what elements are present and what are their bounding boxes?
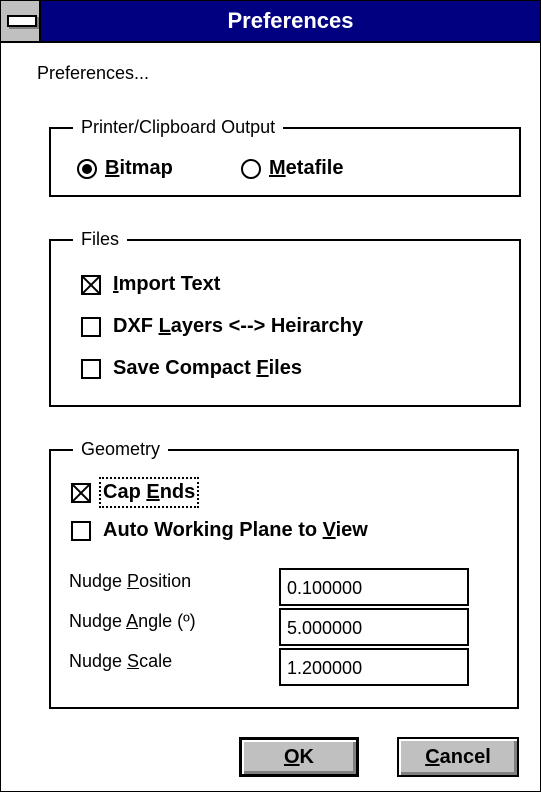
label-after: iew (335, 519, 368, 541)
dxf-layers-checkbox[interactable]: DXF Layers <--> Heirarchy (81, 315, 363, 338)
cap-ends-checkbox[interactable]: Cap Ends (71, 477, 200, 508)
system-menu-icon (7, 15, 37, 27)
label-after: cale (139, 651, 173, 671)
label-after: nds (159, 481, 196, 503)
mnemonic: E (146, 481, 160, 503)
metafile-radio-label: Metafile (269, 157, 343, 180)
auto-working-plane-label: Auto Working Plane to View (103, 519, 368, 542)
label-before: Nudge (69, 611, 127, 631)
nudge-angle-input[interactable]: 5.000000 (279, 608, 469, 646)
mnemonic: F (256, 357, 269, 379)
label-rest: ancel (439, 746, 491, 768)
save-compact-label: Save Compact Files (113, 357, 302, 380)
checkbox-unchecked (81, 358, 101, 379)
title-bar: Preferences (1, 1, 540, 43)
printer-output-legend: Printer/Clipboard Output (73, 117, 284, 137)
metafile-radio-indicator (241, 158, 261, 179)
dialog-caption: Preferences... (37, 63, 150, 83)
mnemonic: P (127, 571, 140, 591)
mnemonic: M (269, 157, 286, 179)
mnemonic: O (283, 746, 300, 768)
mnemonic: L (158, 315, 171, 337)
label-before: Auto Working Plane to (103, 519, 323, 541)
nudge-scale-input[interactable]: 1.200000 (279, 648, 469, 686)
label-after: mport Text (118, 273, 221, 295)
cap-ends-label: Cap Ends (98, 477, 200, 508)
label-before: Cap (103, 481, 147, 503)
cancel-button[interactable]: Cancel (397, 737, 519, 777)
import-text-checkbox[interactable]: Import Text (81, 273, 220, 296)
mnemonic: C (425, 746, 440, 768)
bitmap-radio-indicator (77, 158, 97, 179)
metafile-radio[interactable]: Metafile (241, 157, 343, 180)
checkbox-checked (71, 482, 91, 503)
bitmap-radio-label: Bitmap (105, 157, 173, 180)
label-after: iles (268, 357, 302, 379)
label-rest: K (299, 746, 314, 768)
window-title: Preferences (227, 8, 354, 33)
dxf-layers-label: DXF Layers <--> Heirarchy (113, 315, 363, 338)
nudge-position-label: Nudge Position (69, 571, 191, 592)
mnemonic: S (127, 651, 140, 671)
system-menu-button[interactable] (1, 1, 41, 41)
mnemonic: A (126, 611, 139, 631)
geometry-legend: Geometry (73, 439, 169, 459)
label-rest: itmap (119, 157, 173, 179)
label-after: ayers <--> Heirarchy (170, 315, 364, 337)
save-compact-checkbox[interactable]: Save Compact Files (81, 357, 302, 380)
ok-button[interactable]: OK (239, 737, 359, 777)
label-before: Save Compact (113, 357, 257, 379)
checkbox-unchecked (71, 520, 91, 541)
nudge-scale-label: Nudge Scale (69, 651, 172, 672)
label-after: osition (139, 571, 192, 591)
label-rest: etafile (285, 157, 344, 179)
auto-working-plane-checkbox[interactable]: Auto Working Plane to View (71, 519, 368, 542)
mnemonic: B (105, 157, 120, 179)
checkbox-checked (81, 274, 101, 295)
label-before: Nudge (69, 571, 128, 591)
checkbox-unchecked (81, 316, 101, 337)
label-before: Nudge (69, 651, 128, 671)
mnemonic: V (322, 519, 336, 541)
radio-selected-dot (82, 163, 92, 174)
nudge-position-input[interactable]: 0.100000 (279, 568, 469, 606)
label-after: ngle (º) (138, 611, 196, 631)
label-before: DXF (113, 315, 159, 337)
nudge-angle-label: Nudge Angle (º) (69, 611, 196, 632)
files-legend: Files (73, 229, 128, 249)
import-text-label: Import Text (113, 273, 220, 296)
bitmap-radio[interactable]: Bitmap (77, 157, 173, 180)
preferences-dialog: Preferences Preferences... Printer/Clipb… (0, 0, 541, 792)
